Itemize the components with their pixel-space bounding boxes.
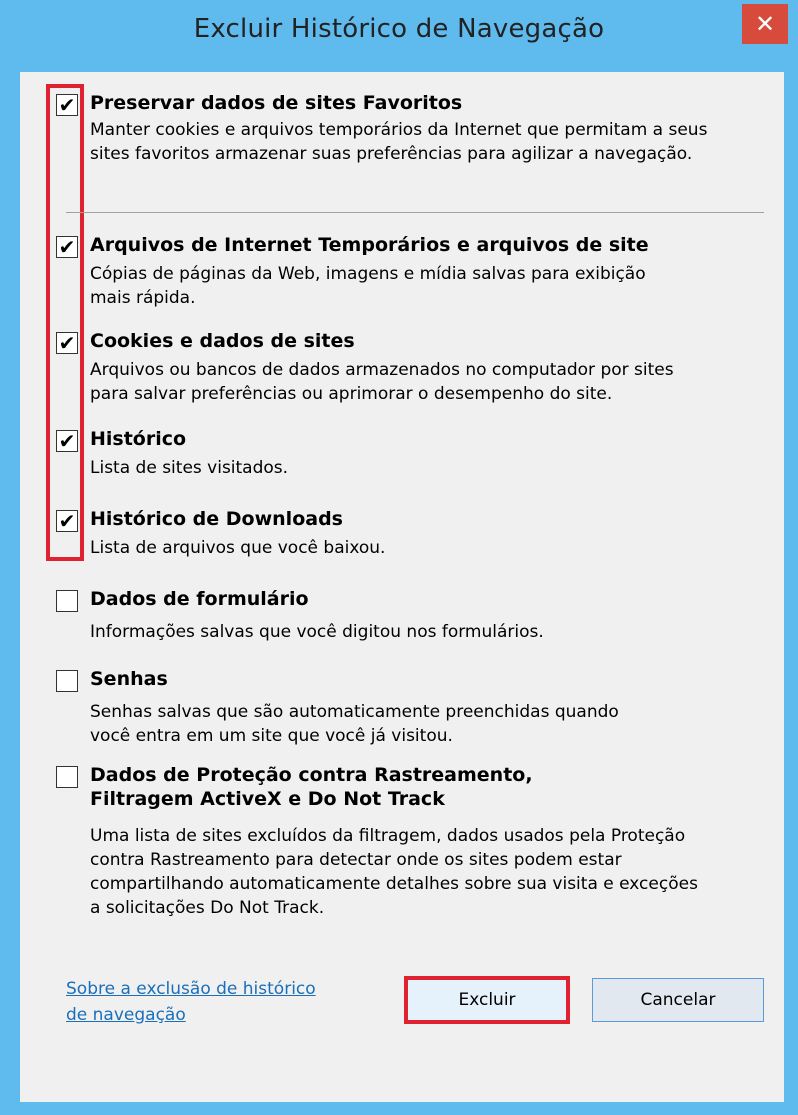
dialog-window: Excluir Histórico de Navegação ✕ ✔ Prese… xyxy=(0,0,798,1115)
option-description: Lista de arquivos que você baixou. xyxy=(90,538,386,558)
checkmark-icon: ✔ xyxy=(58,93,76,117)
option-label: Dados de formulário xyxy=(90,588,309,610)
option-description: Arquivos ou bancos de dados armazenados … xyxy=(90,360,674,404)
option-label: Histórico xyxy=(90,428,187,450)
checkmark-icon: ✔ xyxy=(58,509,76,533)
dialog-body: ✔ Preservar dados de sites Favoritos Man… xyxy=(20,72,784,1102)
checkbox-temporary-files[interactable]: ✔ xyxy=(56,236,78,258)
checkmark-icon: ✔ xyxy=(58,429,76,453)
option-description: Informações salvas que você digitou nos … xyxy=(90,622,544,642)
checkbox-history[interactable]: ✔ xyxy=(56,430,78,452)
option-description: Lista de sites visitados. xyxy=(90,458,289,478)
cancel-button[interactable]: Cancelar xyxy=(592,978,764,1022)
checkmark-icon: ✔ xyxy=(58,331,76,355)
checkbox-form-data[interactable] xyxy=(56,590,78,612)
checkbox-download-history[interactable]: ✔ xyxy=(56,510,78,532)
option-label: Dados de Proteção contra Rastreamento, F… xyxy=(90,764,533,810)
about-deleting-history-link[interactable]: Sobre a exclusão de histórico de navegaç… xyxy=(66,976,386,1028)
separator xyxy=(66,212,764,213)
option-label: Preservar dados de sites Favoritos xyxy=(90,92,463,114)
close-icon: ✕ xyxy=(754,10,776,38)
option-description: Uma lista de sites excluídos da filtrage… xyxy=(90,826,698,918)
option-description: Manter cookies e arquivos temporários da… xyxy=(90,120,708,164)
checkbox-cookies[interactable]: ✔ xyxy=(56,332,78,354)
option-label: Cookies e dados de sites xyxy=(90,330,355,352)
option-description: Senhas salvas que são automaticamente pr… xyxy=(90,702,619,746)
checkbox-passwords[interactable] xyxy=(56,670,78,692)
checkbox-preserve-favorites[interactable]: ✔ xyxy=(56,94,78,116)
checkmark-icon: ✔ xyxy=(58,235,76,259)
close-button[interactable]: ✕ xyxy=(742,4,788,44)
checkbox-tracking-protection[interactable] xyxy=(56,766,78,788)
title-bar[interactable]: Excluir Histórico de Navegação ✕ xyxy=(0,0,798,72)
option-label: Senhas xyxy=(90,668,168,690)
window-title: Excluir Histórico de Navegação xyxy=(193,14,605,44)
option-label: Histórico de Downloads xyxy=(90,508,343,530)
option-description: Cópias de páginas da Web, imagens e mídi… xyxy=(90,264,646,308)
option-label: Arquivos de Internet Temporários e arqui… xyxy=(90,234,649,256)
checked-options-highlight xyxy=(46,84,84,561)
delete-button[interactable]: Excluir xyxy=(404,976,570,1024)
